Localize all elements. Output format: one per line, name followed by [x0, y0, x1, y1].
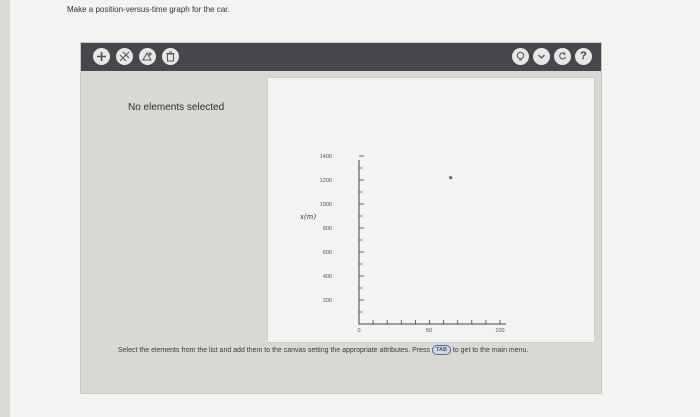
page: Make a position-versus-time graph for th…	[10, 0, 700, 417]
plus-icon[interactable]	[93, 48, 110, 65]
x-tick-marks	[372, 320, 501, 324]
graph-axes	[358, 160, 506, 325]
delete-icon[interactable]	[162, 48, 179, 65]
instructions-text-before: Select the elements from the list and ad…	[118, 347, 431, 354]
line-tool-icon[interactable]	[116, 48, 133, 65]
y-tick-marks	[359, 155, 364, 313]
graphing-tool: ? No elements selected x(m) 200 400 600 …	[80, 42, 602, 394]
help-icon[interactable]: ?	[575, 48, 592, 65]
graph-plot-area	[358, 155, 506, 325]
graph-toolbar: ?	[81, 43, 601, 71]
tab-key-badge: TAB	[432, 345, 451, 356]
selection-status: No elements selected	[128, 102, 225, 113]
reset-icon[interactable]	[554, 48, 571, 65]
instructions-text-after: to get to the main menu.	[452, 347, 529, 354]
plotted-point[interactable]	[449, 176, 453, 180]
question-prompt: Make a position-versus-time graph for th…	[67, 5, 230, 14]
graph-canvas[interactable]: x(m) 200 400 600 800 1000 1200 1400 0 50…	[267, 77, 595, 343]
hint-icon[interactable]	[512, 48, 529, 65]
instructions-text: Select the elements from the list and ad…	[118, 345, 588, 356]
shape-tool-icon[interactable]	[139, 48, 156, 65]
window-edge	[0, 0, 10, 417]
dropdown-icon[interactable]	[533, 48, 550, 65]
